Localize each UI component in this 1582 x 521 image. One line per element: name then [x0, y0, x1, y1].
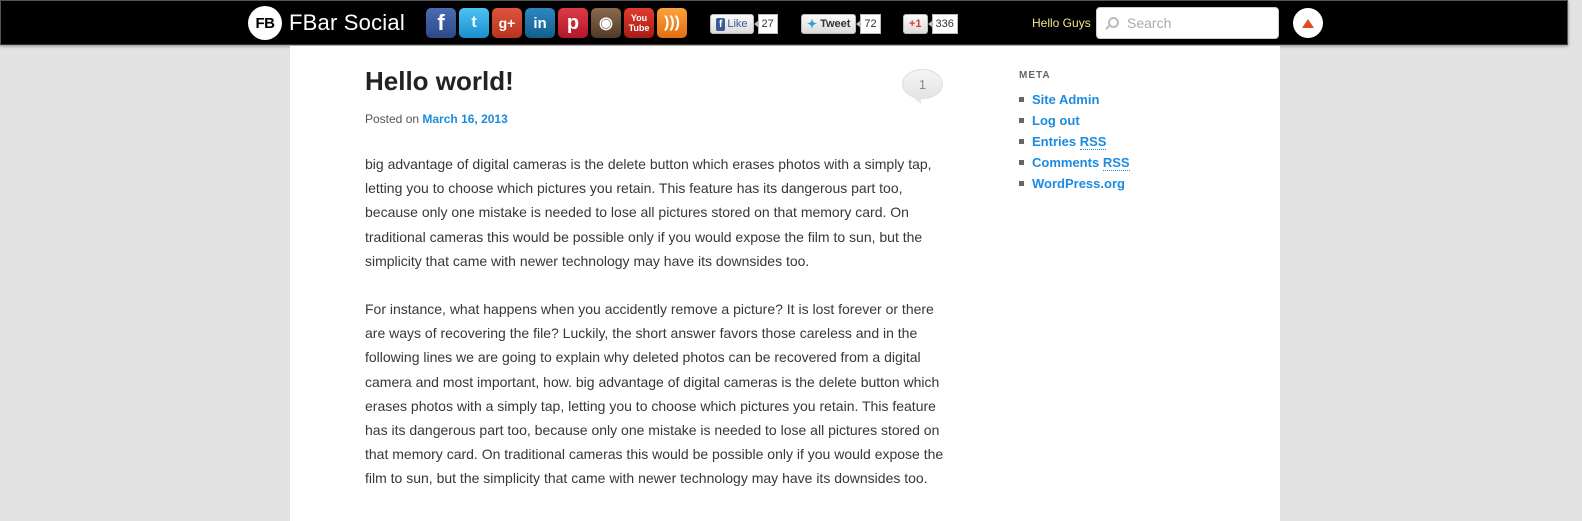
- posted-on-label: Posted on: [365, 112, 420, 126]
- twitter-icon[interactable]: t: [459, 8, 489, 38]
- wordpress-org-link[interactable]: WordPress.org: [1032, 176, 1125, 191]
- brand-logo: FB: [248, 6, 282, 40]
- plus-one-count: 336: [927, 14, 958, 34]
- google-plus-one-widget: +1 336: [903, 14, 958, 34]
- list-item: Comments RSS: [1019, 152, 1130, 173]
- page-content: Hello world! 1 Posted on March 16, 2013 …: [290, 46, 1280, 521]
- google-plus-icon[interactable]: g+: [492, 8, 522, 38]
- search-input[interactable]: [1127, 15, 1267, 31]
- pinterest-icon[interactable]: p: [558, 8, 588, 38]
- greeting: Hello Guys: [1032, 16, 1091, 30]
- post-meta: Posted on March 16, 2013: [365, 112, 508, 126]
- list-item: WordPress.org: [1019, 173, 1130, 194]
- collapse-bar-button[interactable]: [1293, 8, 1323, 38]
- instagram-icon[interactable]: ◉: [591, 8, 621, 38]
- search-box[interactable]: [1096, 7, 1279, 39]
- comment-count-bubble[interactable]: 1: [902, 69, 943, 104]
- comments-rss-link[interactable]: Comments RSS: [1032, 155, 1130, 171]
- tweet-widget: ✦ Tweet 72: [801, 14, 881, 34]
- plus-one-label: +1: [909, 18, 922, 30]
- tweet-label: Tweet: [820, 18, 851, 30]
- post-paragraph: big advantage of digital cameras is the …: [365, 156, 932, 269]
- google-plus-one-button[interactable]: +1: [903, 14, 928, 34]
- facebook-small-icon: f: [716, 17, 726, 31]
- twitter-bird-icon: ✦: [807, 17, 818, 31]
- post-paragraph: For instance, what happens when you acci…: [365, 301, 944, 487]
- entries-rss-link[interactable]: Entries RSS: [1032, 134, 1107, 150]
- list-item: Entries RSS: [1019, 131, 1130, 152]
- meta-widget: META Site Admin Log out Entries RSS Comm…: [1019, 70, 1130, 194]
- search-icon: [1105, 16, 1119, 30]
- top-bar: FB FBar Social f t g+ in p ◉ You Tube ))…: [0, 0, 1568, 45]
- entries-label: Entries: [1032, 134, 1077, 149]
- arrow-up-icon: [1302, 18, 1314, 28]
- rss-abbr: RSS: [1079, 134, 1107, 150]
- brand[interactable]: FB FBar Social: [248, 6, 405, 40]
- tweet-button[interactable]: ✦ Tweet: [801, 14, 857, 34]
- post-date-link[interactable]: March 16, 2013: [422, 112, 507, 126]
- list-item: Log out: [1019, 110, 1130, 131]
- social-icons: f t g+ in p ◉ You Tube ))): [426, 8, 687, 38]
- like-count: 27: [753, 14, 778, 34]
- facebook-icon[interactable]: f: [426, 8, 456, 38]
- like-label: Like: [727, 18, 748, 30]
- post-title[interactable]: Hello world!: [365, 66, 514, 97]
- rss-icon[interactable]: ))): [657, 8, 687, 38]
- comments-label: Comments: [1032, 155, 1100, 170]
- brand-name: FBar Social: [289, 10, 405, 35]
- facebook-like-button[interactable]: f Like: [710, 14, 754, 34]
- widget-title: META: [1019, 70, 1051, 81]
- meta-links: Site Admin Log out Entries RSS Comments …: [1019, 89, 1130, 194]
- youtube-icon[interactable]: You Tube: [624, 8, 654, 38]
- facebook-like-widget: f Like 27: [710, 14, 778, 34]
- log-out-link[interactable]: Log out: [1032, 113, 1080, 128]
- site-admin-link[interactable]: Site Admin: [1032, 92, 1099, 107]
- list-item: Site Admin: [1019, 89, 1130, 110]
- rss-abbr: RSS: [1102, 155, 1130, 171]
- tweet-count: 72: [856, 14, 881, 34]
- linkedin-icon[interactable]: in: [525, 8, 555, 38]
